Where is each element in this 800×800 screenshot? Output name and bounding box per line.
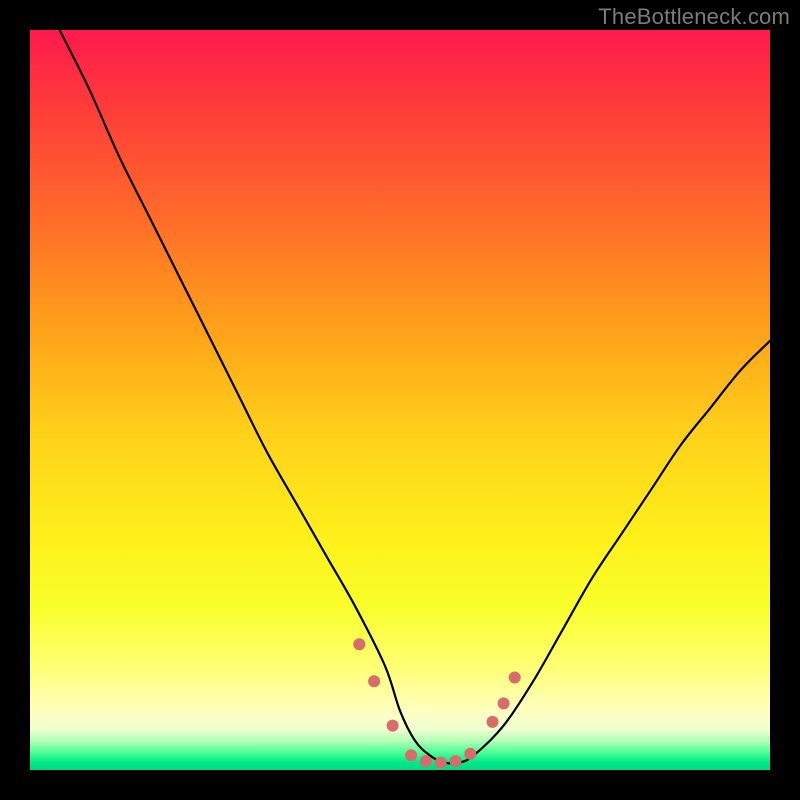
curve-marker (435, 757, 447, 769)
curve-marker (450, 755, 462, 767)
curve-marker (387, 720, 399, 732)
curve-marker (509, 672, 521, 684)
curve-markers (353, 638, 520, 768)
chart-plot-area (30, 30, 770, 770)
curve-marker (420, 755, 432, 767)
curve-marker (464, 748, 476, 760)
curve-marker (498, 697, 510, 709)
curve-marker (368, 675, 380, 687)
curve-marker (405, 749, 417, 761)
curve-marker (487, 716, 499, 728)
curve-marker (353, 638, 365, 650)
watermark-text: TheBottleneck.com (598, 4, 790, 30)
bottleneck-curve (60, 30, 770, 764)
chart-svg (30, 30, 770, 770)
chart-frame: TheBottleneck.com (0, 0, 800, 800)
